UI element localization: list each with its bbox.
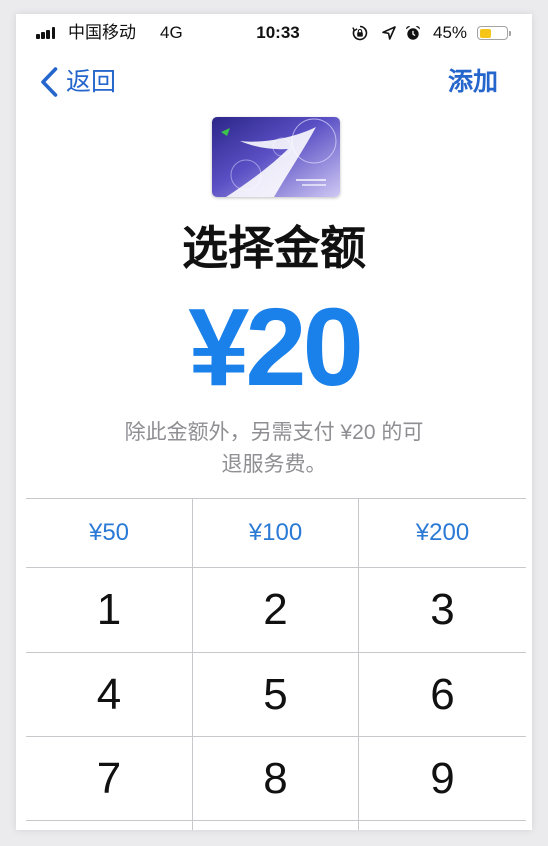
rotation-lock-icon: [352, 25, 368, 41]
back-label: 返回: [66, 68, 117, 96]
fee-description: 除此金额外，另需支付 ¥20 的可 退服务费。: [56, 417, 492, 481]
amount-keypad: ¥50 ¥100 ¥200 1 2 3 4 5 6 7 8 9: [26, 498, 526, 830]
preset-row: ¥50 ¥100 ¥200: [26, 498, 526, 567]
selected-amount: ¥20: [188, 286, 364, 409]
key-8[interactable]: 8: [192, 737, 358, 820]
keypad-row: 4 5 6: [26, 652, 526, 736]
key-partial[interactable]: [358, 821, 526, 830]
transit-card-image: [212, 117, 340, 197]
alarm-icon: [405, 25, 421, 41]
battery-icon: [477, 26, 511, 40]
key-9[interactable]: 9: [358, 737, 526, 820]
preset-50-button[interactable]: ¥50: [26, 499, 192, 567]
preset-100-button[interactable]: ¥100: [192, 499, 358, 567]
key-7[interactable]: 7: [26, 737, 192, 820]
battery-percent: 45%: [433, 23, 468, 42]
network-type: 4G: [160, 23, 183, 42]
add-button[interactable]: 添加: [448, 64, 498, 100]
key-partial[interactable]: [26, 821, 192, 830]
keypad-row: 1 2 3: [26, 567, 526, 652]
key-6[interactable]: 6: [358, 653, 526, 736]
status-bar: 中国移动 4G 10:33 45%: [16, 14, 532, 52]
preset-200-button[interactable]: ¥200: [358, 499, 526, 567]
status-time: 10:33: [256, 23, 300, 42]
signal-icon: [36, 27, 60, 39]
fee-description-line: 退服务费。: [221, 453, 327, 476]
keypad-row: 7 8 9: [26, 736, 526, 820]
chevron-left-icon: [41, 67, 58, 97]
location-icon: [382, 26, 396, 40]
screen: 中国移动 4G 10:33 45% 返回 添加 选择金额 ¥20 除此金额外，另…: [16, 14, 532, 830]
fee-description-line: 除此金额外，另需支付 ¥20 的可: [124, 421, 424, 444]
key-5[interactable]: 5: [192, 653, 358, 736]
key-1[interactable]: 1: [26, 568, 192, 652]
keypad-row-partial: [26, 820, 526, 830]
key-4[interactable]: 4: [26, 653, 192, 736]
carrier-name: 中国移动: [68, 23, 136, 42]
key-2[interactable]: 2: [192, 568, 358, 652]
key-partial[interactable]: [192, 821, 358, 830]
back-button[interactable]: 返回: [40, 64, 116, 100]
battery-fill: [479, 28, 492, 38]
key-3[interactable]: 3: [358, 568, 526, 652]
page-title: 选择金额: [182, 222, 366, 274]
